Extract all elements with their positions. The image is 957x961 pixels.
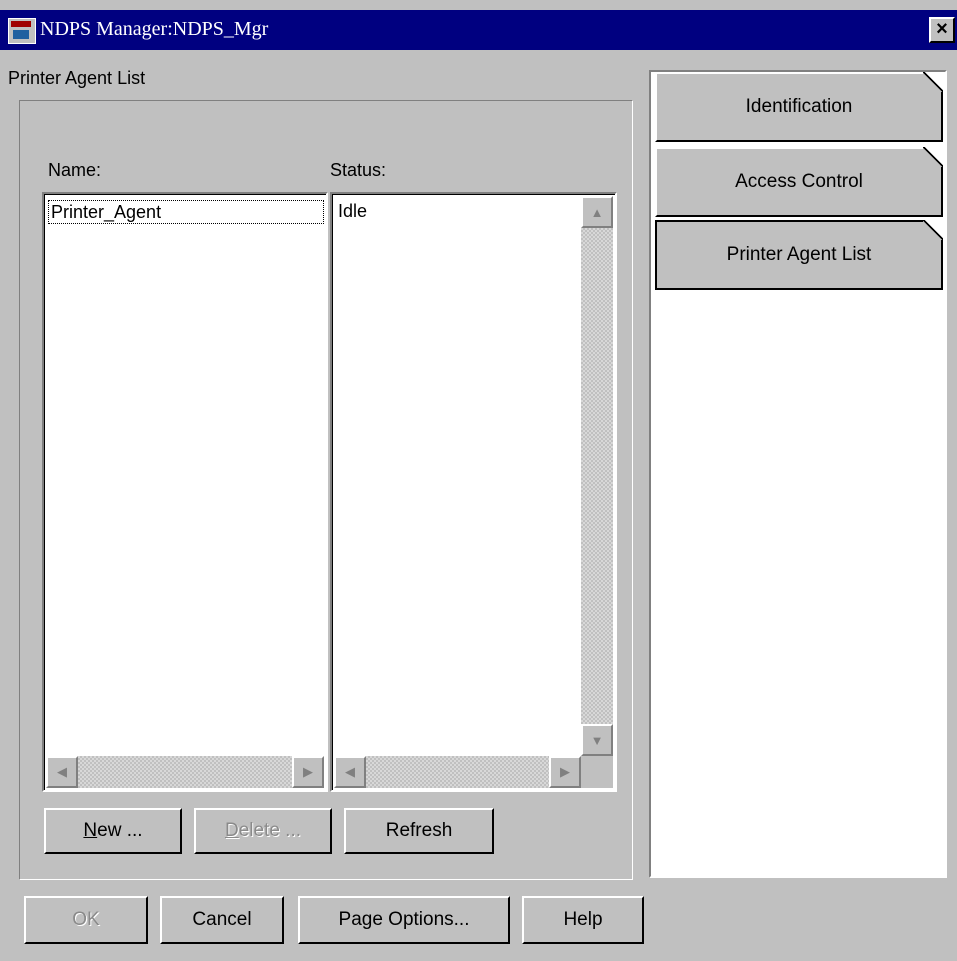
page-options-button[interactable]: Page Options... [298, 896, 510, 944]
scrollbar-corner [581, 756, 613, 788]
delete-mnemonic: D [224, 820, 239, 841]
app-icon[interactable] [8, 18, 36, 44]
tab-access-control[interactable]: Access Control [655, 147, 943, 217]
refresh-button[interactable]: Refresh [344, 808, 494, 854]
delete-button[interactable]: Delete ... [194, 808, 332, 854]
help-button[interactable]: Help [522, 896, 644, 944]
title-bar: NDPS Manager:NDPS_Mgr × [0, 10, 957, 50]
name-horizontal-scrollbar[interactable]: ◀ ▶ [46, 756, 324, 788]
delete-label: elete ... [238, 820, 302, 841]
list-item-name[interactable]: Printer_Agent [48, 200, 324, 224]
status-horizontal-scrollbar[interactable]: ◀ ▶ [334, 756, 581, 788]
new-mnemonic: N [83, 820, 98, 841]
status-vertical-scrollbar[interactable]: ▲ ▼ [581, 196, 613, 756]
name-column-header: Name: [48, 160, 102, 180]
window-title: NDPS Manager:NDPS_Mgr [40, 18, 269, 40]
name-listbox[interactable]: Printer_Agent ◀ ▶ [42, 192, 328, 792]
scroll-left-icon[interactable]: ◀ [334, 756, 366, 788]
status-column-header: Status: [330, 160, 387, 180]
close-button[interactable]: × [929, 17, 955, 43]
scroll-up-icon[interactable]: ▲ [581, 196, 613, 228]
cancel-button[interactable]: Cancel [160, 896, 284, 944]
new-label: ew ... [97, 820, 143, 841]
scroll-right-icon[interactable]: ▶ [549, 756, 581, 788]
status-listbox[interactable]: Idle ▲ ▼ ◀ ▶ [330, 192, 617, 792]
scroll-down-icon[interactable]: ▼ [581, 724, 613, 756]
tab-printer-agent-list[interactable]: Printer Agent List [655, 220, 943, 290]
scroll-right-icon[interactable]: ▶ [292, 756, 324, 788]
scroll-left-icon[interactable]: ◀ [46, 756, 78, 788]
section-label: Printer Agent List [8, 68, 146, 88]
ok-button[interactable]: OK [24, 896, 148, 944]
list-item-status[interactable]: Idle [336, 200, 369, 222]
tab-identification[interactable]: Identification [655, 72, 943, 142]
new-button[interactable]: New ... [44, 808, 182, 854]
